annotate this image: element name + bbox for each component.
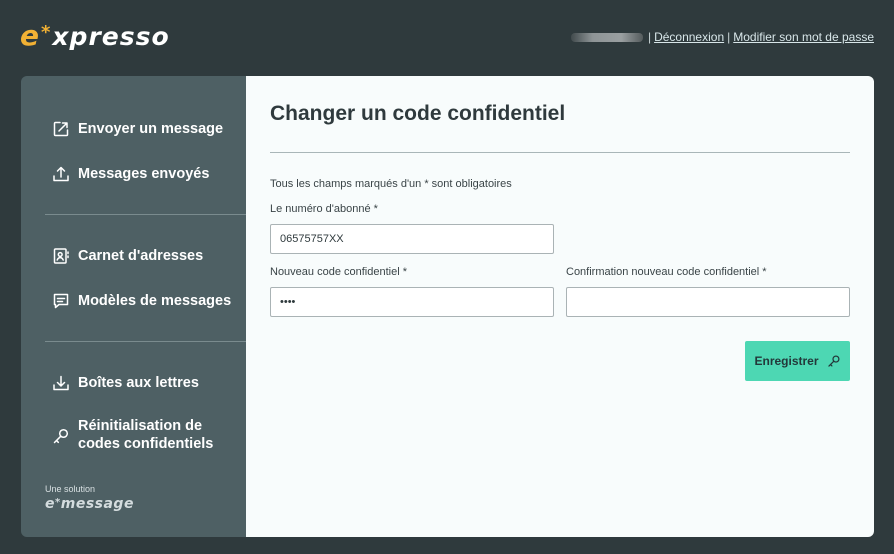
logo-star: * — [41, 22, 52, 43]
sidebar-item-label: Modèles de messages — [78, 293, 232, 309]
sidebar-item-address-book[interactable]: Carnet d'adresses — [52, 247, 203, 265]
sidebar-divider — [45, 341, 246, 342]
sidebar-divider — [45, 214, 246, 215]
emessage-logo-e: e — [45, 496, 55, 512]
confirm-code-input[interactable] — [566, 287, 850, 317]
separator: | — [727, 30, 731, 44]
sidebar-item-mailboxes[interactable]: Boîtes aux lettres — [52, 374, 199, 392]
top-navigation: utilisateur | Déconnexion | Modifier son… — [570, 30, 874, 44]
download-icon — [52, 374, 70, 392]
change-password-link[interactable]: Modifier son mot de passe — [733, 30, 874, 44]
sidebar-item-label: Carnet d'adresses — [78, 248, 204, 264]
sidebar-item-label: Messages envoyés — [78, 166, 210, 182]
separator: | — [647, 30, 652, 44]
key-icon — [827, 354, 841, 368]
sidebar-item-label: Réinitialisation de codes confidentiels — [78, 418, 214, 452]
required-fields-note: Tous les champs marqués d'un * sont obli… — [270, 178, 512, 190]
solution-label: Une solution — [45, 484, 96, 494]
emessage-logo-star: * — [55, 497, 61, 508]
save-button[interactable]: Enregistrer — [745, 341, 850, 381]
logo-text: xpresso — [52, 22, 170, 51]
title-divider — [270, 152, 850, 153]
expresso-logo[interactable]: e * xpresso — [20, 22, 170, 54]
new-code-input[interactable] — [270, 287, 554, 317]
logout-link[interactable]: Déconnexion — [654, 30, 724, 44]
page-title: Changer un code confidentiel — [270, 102, 566, 125]
sidebar-item-send-message[interactable]: Envoyer un message — [52, 120, 223, 138]
subscriber-number-input[interactable] — [270, 224, 554, 254]
save-button-label: Enregistrer — [754, 354, 819, 368]
send-icon — [52, 120, 70, 138]
sidebar-item-reset-codes[interactable]: Réinitialisation de codes confidentiels — [52, 417, 242, 453]
main-panel: Changer un code confidentiel Tous les ch… — [246, 76, 874, 537]
user-name: utilisateur — [570, 32, 643, 42]
key-icon — [52, 427, 70, 445]
confirm-code-label: Confirmation nouveau code confidentiel * — [566, 266, 767, 278]
emessage-logo-text: message — [60, 496, 134, 512]
emessage-logo: e*message — [45, 496, 134, 512]
message-template-icon — [52, 292, 70, 310]
sidebar: Envoyer un message Messages envoyés Carn… — [21, 76, 246, 537]
sidebar-item-message-templates[interactable]: Modèles de messages — [52, 292, 231, 310]
subscriber-number-label: Le numéro d'abonné * — [270, 203, 378, 215]
sidebar-item-sent-messages[interactable]: Messages envoyés — [52, 165, 209, 183]
sidebar-item-label: Boîtes aux lettres — [78, 375, 199, 391]
sidebar-item-label: Envoyer un message — [78, 121, 224, 137]
logo-e: e — [20, 19, 40, 52]
address-book-icon — [52, 247, 70, 265]
new-code-label: Nouveau code confidentiel * — [270, 266, 407, 278]
upload-icon — [52, 165, 70, 183]
